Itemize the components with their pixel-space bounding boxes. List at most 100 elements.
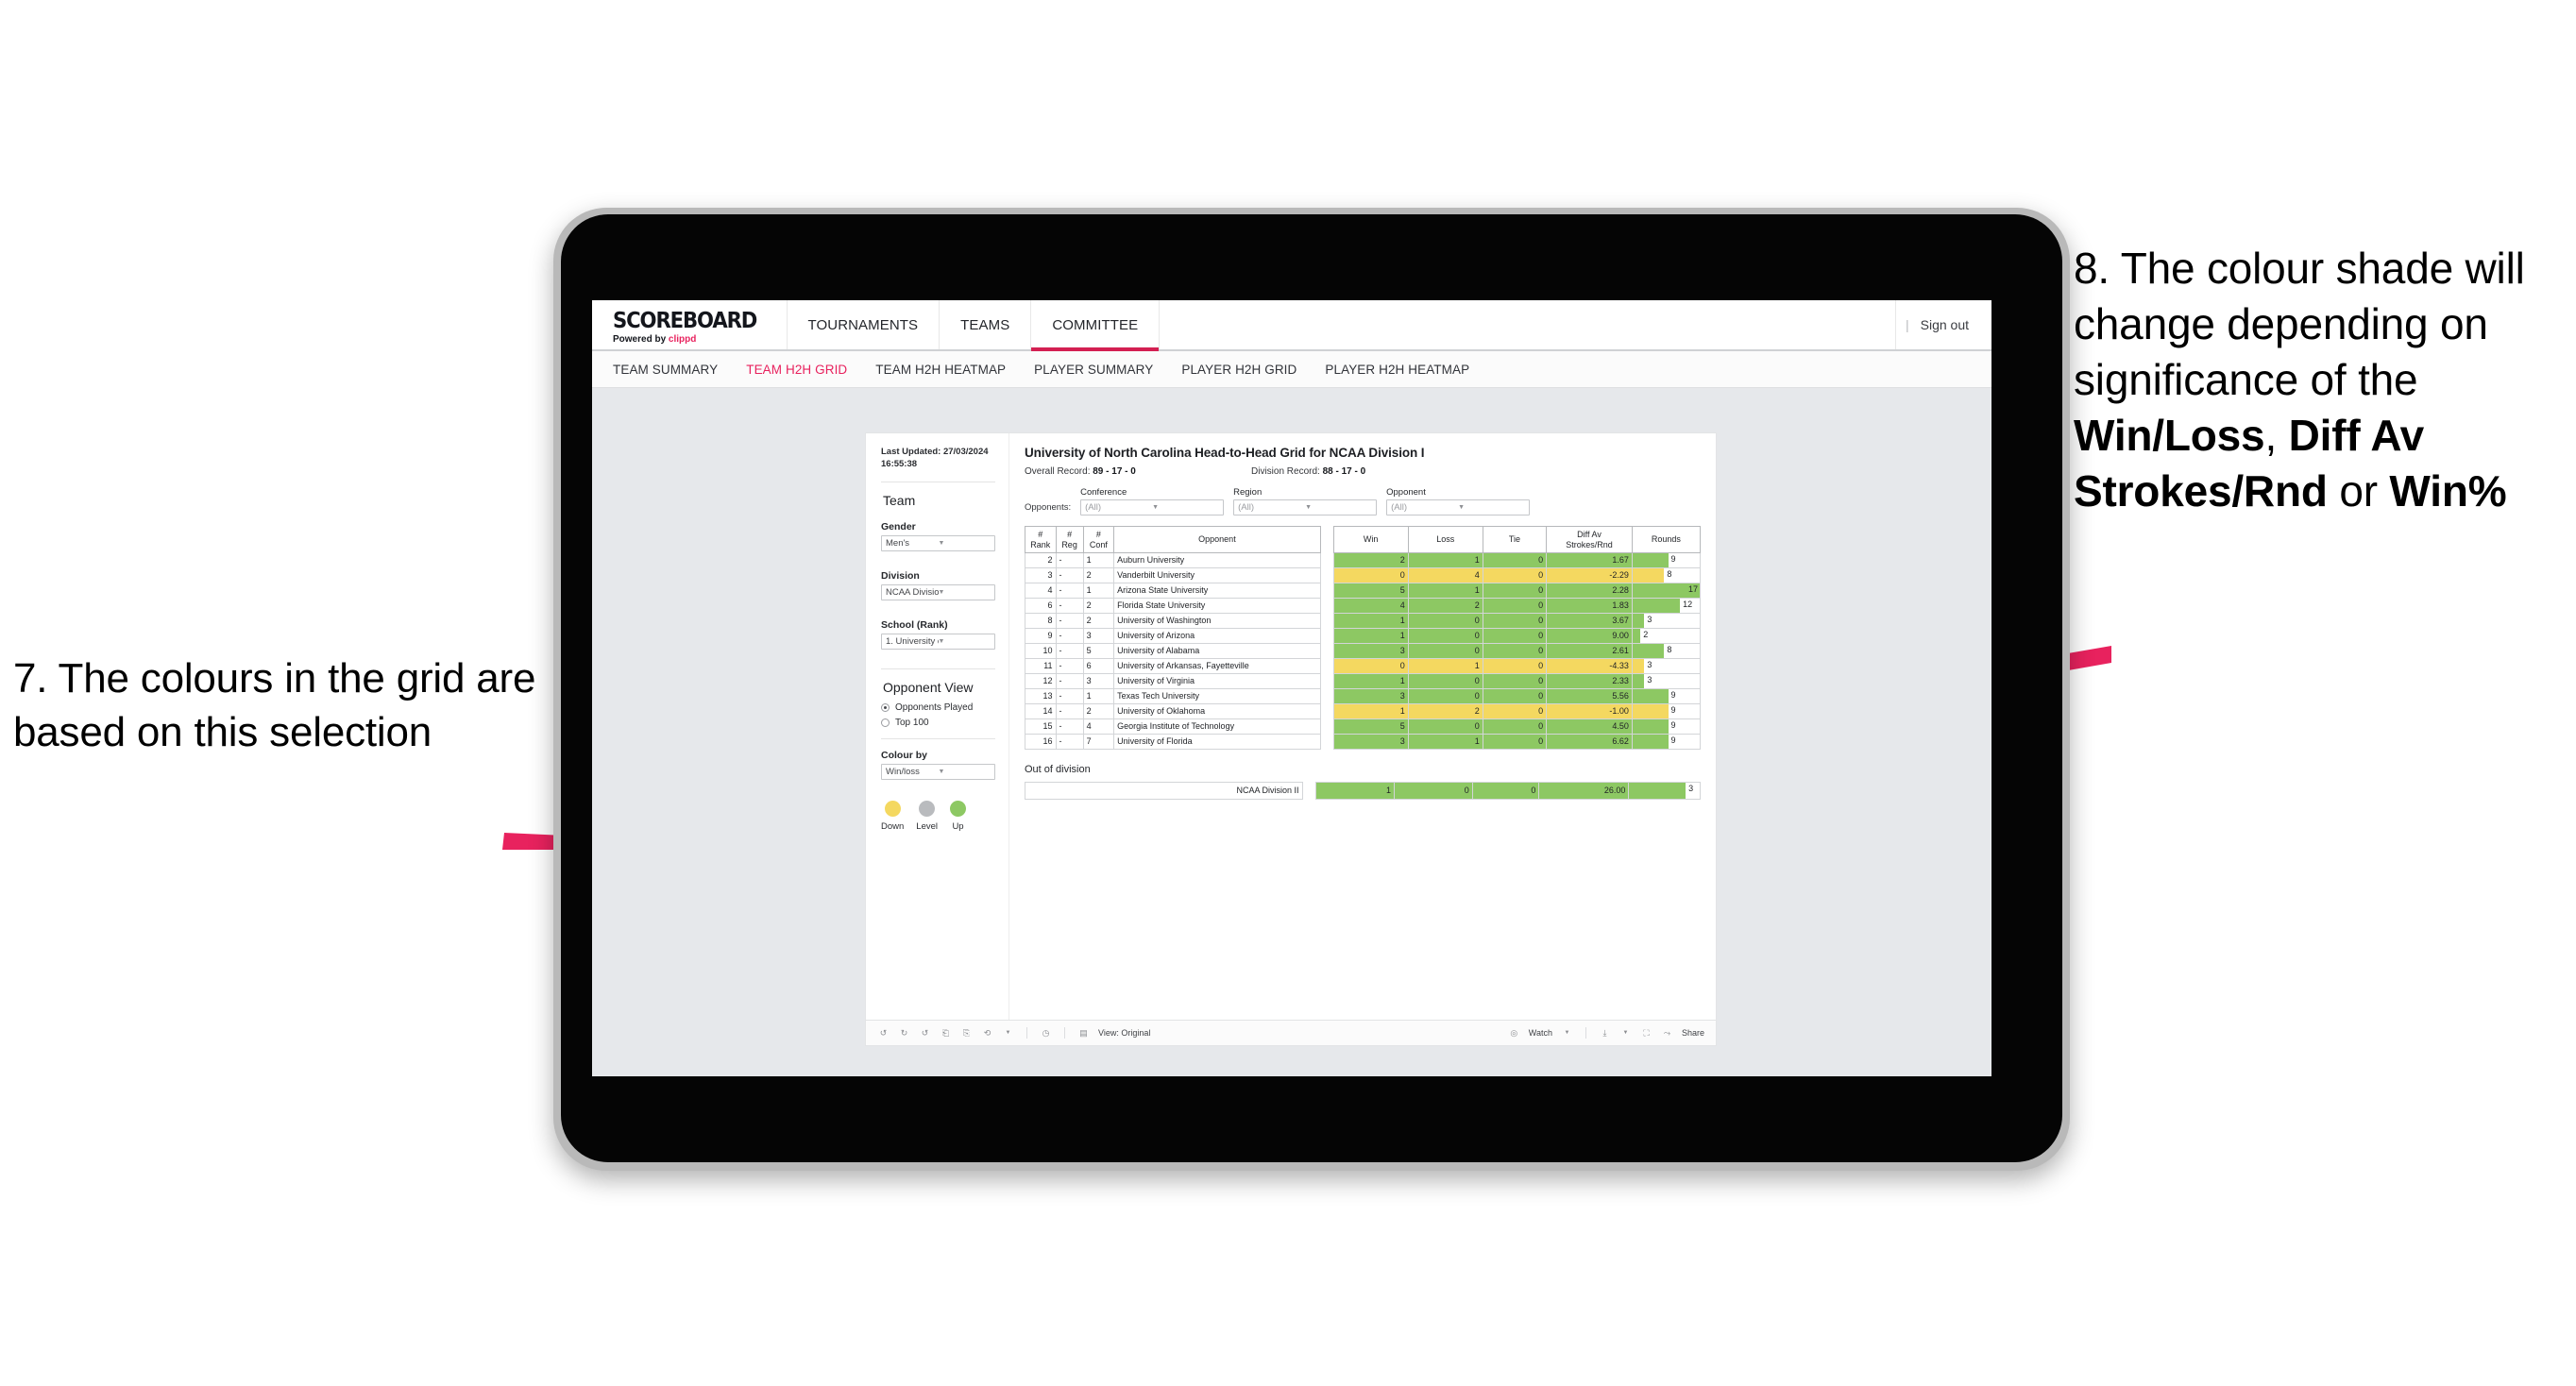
cell-rank: 6: [1025, 598, 1057, 615]
legend-swatch-level: [919, 800, 936, 817]
legend-label-down: Down: [881, 820, 905, 832]
table-row[interactable]: 12-3 University of Virginia 1 0 0 2.33 3: [1025, 673, 1702, 690]
cell-win: 1: [1332, 628, 1409, 645]
chevron-down-icon[interactable]: ▼: [1002, 1027, 1014, 1040]
conference-filter-select[interactable]: (All) ▼: [1080, 499, 1225, 516]
revert-icon[interactable]: ↺: [919, 1027, 931, 1040]
table-row[interactable]: 6-2 Florida State University 4 2 0 1.83 12: [1025, 598, 1702, 615]
radio-top-100[interactable]: Top 100: [881, 718, 995, 728]
gender-select[interactable]: Men's ▼: [881, 534, 995, 551]
opponents-filter-label: Opponents:: [1025, 502, 1072, 513]
cell-opponent: NCAA Division II: [1025, 782, 1303, 801]
table-row[interactable]: NCAA Division II 1 0 0 26.00 3: [1025, 782, 1701, 801]
opponent-filter-select[interactable]: (All) ▼: [1386, 499, 1531, 516]
colour-by-select[interactable]: Win/loss ▼: [881, 763, 995, 780]
rounds-bar: [1633, 553, 1669, 567]
cell-diff-av-strokes: 1.83: [1546, 598, 1633, 615]
cell-tie: 0: [1482, 703, 1548, 720]
cell-rounds: 9: [1631, 688, 1702, 705]
subtab-team-summary[interactable]: TEAM SUMMARY: [613, 363, 718, 377]
nav-tab-committee[interactable]: COMMITTEE: [1031, 300, 1161, 351]
pause-updates-icon[interactable]: ⎘: [960, 1027, 973, 1040]
table-row[interactable]: 4-1 Arizona State University 5 1 0 2.28 17: [1025, 583, 1702, 600]
legend-swatch-up: [950, 800, 967, 817]
col-header-tie[interactable]: Tie: [1482, 525, 1548, 554]
col-header-rank[interactable]: # Rank: [1025, 525, 1057, 554]
table-row[interactable]: 3-2 Vanderbilt University 0 4 0 -2.29 8: [1025, 567, 1702, 584]
col-header-loss[interactable]: Loss: [1407, 525, 1483, 554]
clock-icon[interactable]: ◷: [1040, 1027, 1052, 1040]
cell-rank: 8: [1025, 613, 1057, 630]
cell-rank: 4: [1025, 583, 1057, 600]
cell-loss: 0: [1407, 718, 1483, 735]
view-original-label[interactable]: View: Original: [1098, 1028, 1150, 1038]
subtab-player-h2h-heatmap[interactable]: PLAYER H2H HEATMAP: [1325, 363, 1469, 377]
nav-tab-tournaments[interactable]: TOURNAMENTS: [788, 300, 941, 349]
sign-out-button[interactable]: | Sign out: [1896, 300, 1991, 349]
undo-arrow-icon[interactable]: ⟲: [981, 1027, 993, 1040]
table-row[interactable]: 16-7 University of Florida 3 1 0 6.62 9: [1025, 734, 1702, 751]
brand-logo[interactable]: SCOREBOARD Powered by clippd: [592, 300, 788, 349]
overall-record: Overall Record: 89 - 17 - 0: [1025, 466, 1251, 477]
radio-opponents-played-label: Opponents Played: [895, 701, 974, 713]
cell-rank: 2: [1025, 552, 1057, 569]
brand-title: SCOREBOARD: [613, 308, 757, 333]
nav-spacer: [1160, 300, 1896, 349]
rounds-value: 8: [1667, 645, 1672, 655]
cell-opponent: Florida State University: [1113, 598, 1321, 615]
column-gap[interactable]: [1320, 526, 1334, 553]
rounds-bar: [1633, 599, 1681, 613]
rounds-value: 9: [1670, 554, 1676, 565]
cell-diff-av-strokes: 26.00: [1538, 782, 1630, 801]
col-header-conf[interactable]: # Conf: [1082, 525, 1115, 554]
col-header-diff-av-strokes-rnd[interactable]: Diff Av Strokes/Rnd: [1546, 525, 1633, 554]
cell-rounds: 9: [1631, 734, 1702, 751]
subtab-player-summary[interactable]: PLAYER SUMMARY: [1034, 363, 1153, 377]
table-row[interactable]: 9-3 University of Arizona 1 0 0 9.00 2: [1025, 628, 1702, 645]
cell-opponent: University of Florida: [1113, 734, 1321, 751]
cell-loss: 4: [1407, 567, 1483, 584]
table-row[interactable]: 11-6 University of Arkansas, Fayetteville…: [1025, 658, 1702, 675]
rounds-bar: [1633, 689, 1669, 703]
cell-rounds: 9: [1631, 718, 1702, 735]
cell-diff-av-strokes: 2.61: [1546, 643, 1633, 660]
subtab-player-h2h-grid[interactable]: PLAYER H2H GRID: [1181, 363, 1296, 377]
nav-tab-teams[interactable]: TEAMS: [940, 300, 1032, 349]
cell-reg: -: [1055, 688, 1084, 705]
table-row[interactable]: 2-1 Auburn University 2 1 0 1.67 9: [1025, 552, 1702, 569]
cell-rounds: 12: [1631, 598, 1702, 615]
divider: [881, 668, 995, 669]
col-header-rounds[interactable]: Rounds: [1631, 525, 1702, 554]
cell-conf: 1: [1082, 583, 1115, 600]
col-header-win[interactable]: Win: [1332, 525, 1409, 554]
subtab-team-h2h-heatmap[interactable]: TEAM H2H HEATMAP: [875, 363, 1006, 377]
cell-opponent: Arizona State University: [1113, 583, 1321, 600]
share-button[interactable]: Share: [1682, 1028, 1704, 1038]
undo-icon[interactable]: ↺: [877, 1027, 890, 1040]
table-row[interactable]: 13-1 Texas Tech University 3 0 0 5.56 9: [1025, 688, 1702, 705]
table-row[interactable]: 8-2 University of Washington 1 0 0 3.67 3: [1025, 613, 1702, 630]
table-row[interactable]: 14-2 University of Oklahoma 1 2 0 -1.00 9: [1025, 703, 1702, 720]
redo-icon[interactable]: ↻: [898, 1027, 910, 1040]
radio-opponents-played[interactable]: Opponents Played: [881, 702, 995, 713]
watch-button[interactable]: Watch: [1529, 1028, 1552, 1038]
refresh-icon[interactable]: ⎗: [940, 1027, 952, 1040]
chevron-down-icon[interactable]: ▼: [1619, 1027, 1632, 1040]
rounds-value: 3: [1647, 675, 1652, 685]
cell-tie: 0: [1482, 567, 1548, 584]
download-icon[interactable]: ⤓: [1599, 1027, 1611, 1040]
table-row[interactable]: 10-5 University of Alabama 3 0 0 2.61 8: [1025, 643, 1702, 660]
school-rank-select[interactable]: 1. University of Nort... ▼: [881, 633, 995, 650]
rounds-value: 9: [1670, 720, 1676, 731]
subtab-team-h2h-grid[interactable]: TEAM H2H GRID: [746, 363, 847, 377]
col-header-reg[interactable]: # Reg: [1055, 525, 1084, 554]
out-of-division-grid: NCAA Division II 1 0 0 26.00 3: [1025, 782, 1701, 801]
cell-tie: 0: [1482, 613, 1548, 630]
chevron-down-icon[interactable]: ▼: [1561, 1027, 1573, 1040]
divider: [881, 737, 995, 739]
division-select[interactable]: NCAA Division I ▼: [881, 583, 995, 600]
region-filter-select[interactable]: (All) ▼: [1233, 499, 1378, 516]
table-row[interactable]: 15-4 Georgia Institute of Technology 5 0 0 4.…: [1025, 718, 1702, 735]
fullscreen-icon[interactable]: ⛶: [1640, 1027, 1652, 1040]
col-header-opponent[interactable]: Opponent: [1113, 525, 1321, 554]
